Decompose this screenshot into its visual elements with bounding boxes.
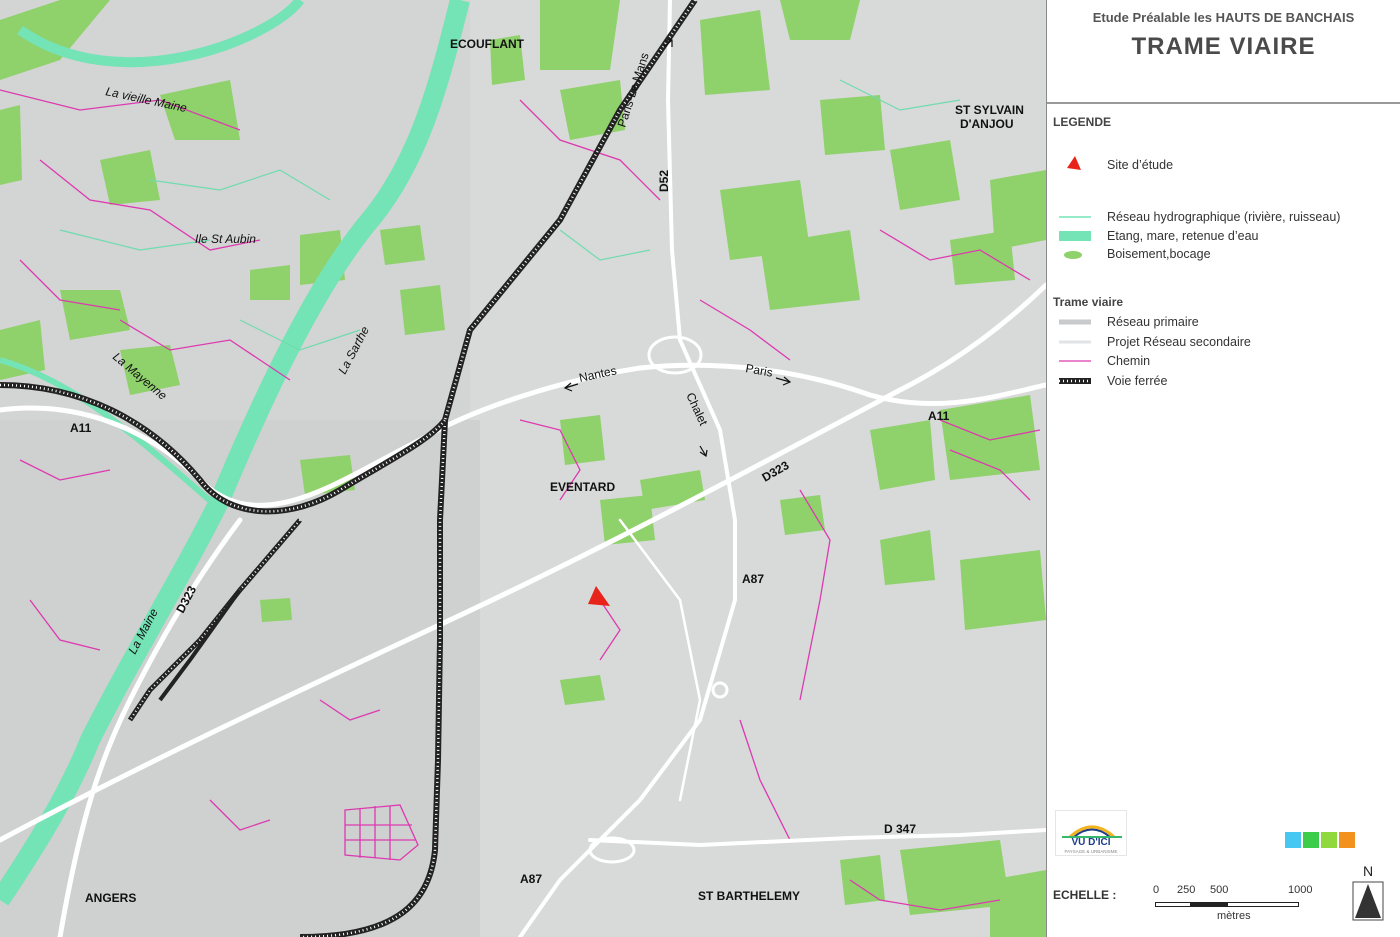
scale-tick-500: 500 — [1210, 884, 1229, 896]
scale-segment-2 — [1191, 902, 1227, 907]
legend-item-hydro: Réseau hydrographique (rivière, ruisseau… — [1055, 208, 1340, 226]
north-arrow: N — [1351, 862, 1385, 922]
label-a87-mid: A87 — [742, 572, 764, 586]
vu-dici-logo: VU D'ICI PAYSAGE & URBANISME — [1055, 810, 1127, 856]
legend-label-chemin: Chemin — [1107, 354, 1151, 368]
scale-segment-1 — [1155, 902, 1191, 907]
legend-label-boisement: Boisement,bocage — [1107, 247, 1211, 261]
legend-label-etang: Etang, mare, retenue d’eau — [1107, 229, 1259, 243]
legend-item-voie-ferree: Voie ferrée — [1055, 372, 1167, 390]
railway-icon — [1055, 372, 1095, 390]
label-angers: ANGERS — [85, 891, 136, 905]
legend-item-boisement: Boisement,bocage — [1055, 245, 1211, 263]
scale-tick-250: 250 — [1177, 884, 1196, 896]
secondary-road-icon — [1055, 333, 1095, 351]
path-line-icon — [1055, 352, 1095, 370]
legend-label-hydro: Réseau hydrographique (rivière, ruisseau… — [1107, 210, 1341, 224]
swatch-orange — [1339, 832, 1355, 848]
label-a11-right: A11 — [928, 409, 950, 423]
scale-bar: 0 250 500 1000 mètres — [1153, 884, 1315, 924]
legend-item-etang: Etang, mare, retenue d’eau — [1055, 227, 1259, 245]
label-ile-st-aubin: Ile St Aubin — [195, 232, 256, 246]
swatch-light-green — [1321, 832, 1337, 848]
scale-tick-1000: 1000 — [1288, 884, 1313, 896]
north-label: N — [1363, 863, 1373, 879]
stream-line-icon — [1055, 208, 1095, 226]
legend-label-site: Site d’étude — [1107, 158, 1174, 172]
label-st-barthelemy: ST BARTHELEMY — [698, 889, 800, 903]
study-subtitle: Etude Préalable les HAUTS DE BANCHAIS — [1092, 10, 1355, 25]
legend-label-reseau-primaire: Réseau primaire — [1107, 315, 1199, 329]
angers-urban — [0, 420, 480, 937]
legend-item-reseau-primaire: Réseau primaire — [1055, 313, 1199, 331]
logo-name: VU D'ICI — [1071, 837, 1111, 848]
label-ecouflant: ECOUFLANT — [450, 37, 525, 51]
scale-segment-3 — [1227, 902, 1299, 907]
map-title: TRAME VIAIRE — [1131, 33, 1316, 60]
legend-panel: Etude Préalable les HAUTS DE BANCHAIS TR… — [1046, 0, 1400, 937]
scale-label: ECHELLE : — [1053, 888, 1117, 902]
label-d52: D52 — [657, 170, 671, 192]
label-a11-left: A11 — [70, 421, 92, 435]
color-swatches — [1285, 832, 1355, 848]
primary-road-icon — [1055, 313, 1095, 331]
label-d-anjou: D'ANJOU — [960, 117, 1014, 131]
map-svg: ECOUFLANT ST SYLVAIN D'ANJOU La vieille … — [0, 0, 1046, 937]
trame-heading: Trame viaire — [1053, 295, 1124, 309]
label-st-sylvain: ST SYLVAIN — [955, 103, 1024, 117]
legend-label-voie-ferree: Voie ferrée — [1107, 374, 1168, 388]
swatch-blue — [1285, 832, 1301, 848]
panel-header: Etude Préalable les HAUTS DE BANCHAIS TR… — [1047, 0, 1400, 104]
label-eventard: EVENTARD — [550, 480, 615, 494]
legend-heading: LEGENDE — [1053, 115, 1112, 129]
label-a87-bottom: A87 — [520, 872, 542, 886]
legend-item-site: Site d’étude — [1055, 156, 1173, 174]
legend-item-projet-secondaire: Projet Réseau secondaire — [1055, 333, 1251, 351]
pond-swatch-icon — [1055, 227, 1095, 245]
woodland-swatch-icon — [1055, 245, 1095, 263]
legend-item-chemin: Chemin — [1055, 352, 1150, 370]
scale-tick-0: 0 — [1153, 884, 1160, 896]
scale-units: mètres — [1217, 910, 1251, 922]
label-d347: D 347 — [884, 822, 916, 836]
north-arrow-icon: N — [1352, 863, 1384, 921]
site-symbol-icon — [1055, 156, 1095, 174]
map-canvas[interactable]: ECOUFLANT ST SYLVAIN D'ANJOU La vieille … — [0, 0, 1046, 937]
swatch-green — [1303, 832, 1319, 848]
logo-tagline: PAYSAGE & URBANISME — [1064, 849, 1118, 854]
logo-arc-icon — [1062, 825, 1122, 839]
legend-label-projet-secondaire: Projet Réseau secondaire — [1107, 335, 1251, 349]
